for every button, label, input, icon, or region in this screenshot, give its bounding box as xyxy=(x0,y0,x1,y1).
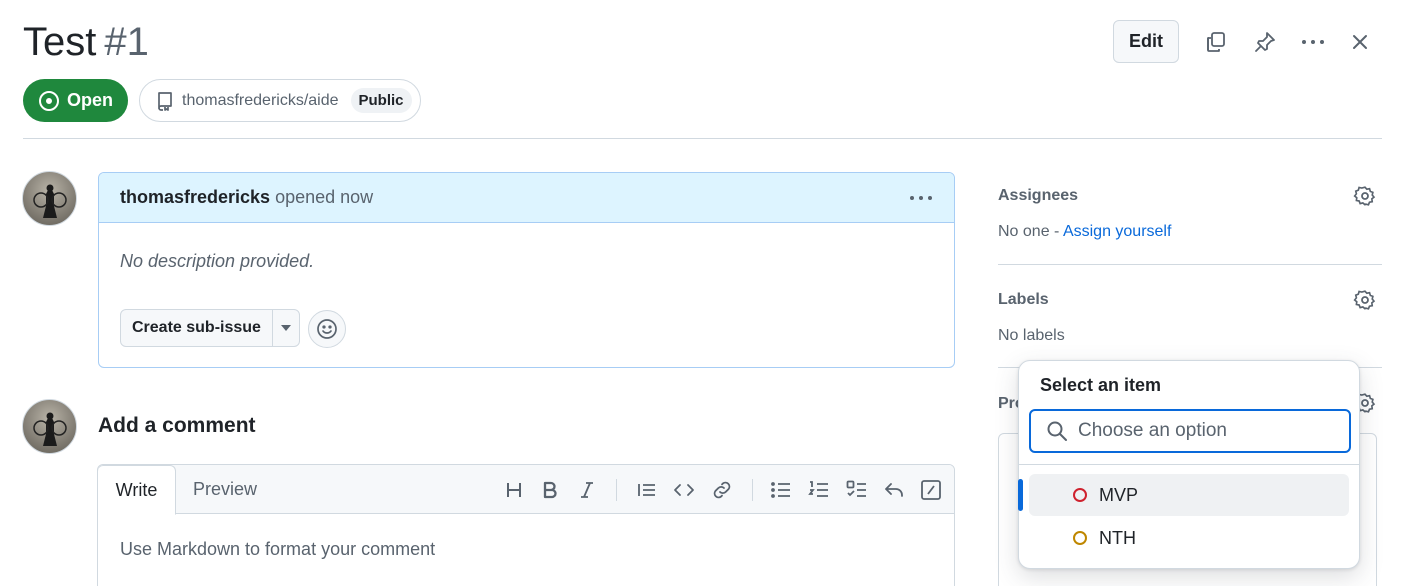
assignees-none-text: No one - xyxy=(998,223,1063,240)
repo-visibility-badge: Public xyxy=(350,88,412,113)
search-input[interactable] xyxy=(1078,420,1328,442)
comment-header: thomasfredericks opened now xyxy=(99,173,954,223)
link-icon[interactable] xyxy=(709,477,735,503)
reply-icon[interactable] xyxy=(881,477,907,503)
edit-button[interactable]: Edit xyxy=(1113,20,1179,63)
status-circle-icon xyxy=(1073,531,1087,545)
italic-icon[interactable] xyxy=(574,477,600,503)
issue-open-icon xyxy=(38,90,59,111)
option-search[interactable] xyxy=(1029,409,1351,453)
repo-name: thomasfredericks/aide xyxy=(182,91,339,109)
editor-toolbar: Write Preview xyxy=(98,465,954,515)
issue-state-label: Open xyxy=(66,90,113,110)
add-comment-heading: Add a comment xyxy=(98,414,256,437)
popover-divider xyxy=(1019,464,1359,465)
toolbar-divider xyxy=(616,479,617,501)
select-item-popover: Select an item MVP NTH xyxy=(1018,360,1360,569)
toolbar-divider xyxy=(752,479,753,501)
add-reaction-button[interactable] xyxy=(308,310,346,348)
search-icon xyxy=(1047,421,1067,441)
labels-heading: Labels xyxy=(998,291,1049,308)
header-divider xyxy=(23,138,1382,139)
create-subissue-button[interactable]: Create sub-issue xyxy=(120,309,300,347)
status-circle-icon xyxy=(1073,488,1087,502)
tab-preview[interactable]: Preview xyxy=(176,465,274,514)
comment-meta: opened now xyxy=(275,187,374,207)
more-options-icon[interactable] xyxy=(1297,26,1329,58)
avatar[interactable] xyxy=(22,399,77,454)
code-icon[interactable] xyxy=(671,477,697,503)
repo-link[interactable]: thomasfredericks/aide Public xyxy=(139,79,421,122)
gear-icon[interactable] xyxy=(1353,288,1377,312)
labels-value: No labels xyxy=(998,327,1065,344)
create-subissue-label[interactable]: Create sub-issue xyxy=(121,310,273,346)
slash-command-icon[interactable] xyxy=(918,477,944,503)
assignees-heading: Assignees xyxy=(998,187,1079,204)
task-list-icon[interactable] xyxy=(844,477,870,503)
repo-icon xyxy=(158,91,172,111)
issue-body-comment: thomasfredericks opened now No descripti… xyxy=(98,172,955,368)
option-label: NTH xyxy=(1099,527,1136,548)
comment-body: No description provided. xyxy=(120,251,315,271)
chevron-down-icon[interactable] xyxy=(273,324,299,332)
assign-yourself-link[interactable]: Assign yourself xyxy=(1063,223,1172,240)
sidebar-divider xyxy=(998,264,1382,265)
avatar[interactable] xyxy=(22,171,77,226)
issue-number: #1 xyxy=(104,20,149,64)
comment-more-icon[interactable] xyxy=(909,194,933,202)
quote-icon[interactable] xyxy=(634,477,660,503)
popover-title: Select an item xyxy=(1040,375,1162,395)
numbered-list-icon[interactable] xyxy=(806,477,832,503)
selected-indicator xyxy=(1018,479,1023,511)
issue-state-badge: Open xyxy=(23,79,128,122)
issue-title: Test #1 xyxy=(23,18,149,66)
option-label: MVP xyxy=(1099,484,1139,505)
assignees-value: No one - Assign yourself xyxy=(998,223,1171,241)
pin-icon[interactable] xyxy=(1249,26,1281,58)
smiley-icon xyxy=(317,319,337,339)
close-icon[interactable] xyxy=(1344,26,1376,58)
option-mvp[interactable]: MVP xyxy=(1029,474,1349,516)
comment-textarea[interactable]: Use Markdown to format your comment xyxy=(120,539,435,560)
copy-icon[interactable] xyxy=(1200,26,1232,58)
tab-write[interactable]: Write xyxy=(98,465,176,515)
bulleted-list-icon[interactable] xyxy=(768,477,794,503)
gear-icon[interactable] xyxy=(1353,184,1377,208)
comment-author[interactable]: thomasfredericks xyxy=(120,187,270,208)
comment-editor: Write Preview Use Markdown to format you… xyxy=(97,464,955,586)
heading-icon[interactable] xyxy=(501,477,527,503)
bold-icon[interactable] xyxy=(537,477,563,503)
option-nth[interactable]: NTH xyxy=(1029,517,1349,559)
issue-title-text: Test xyxy=(23,20,97,64)
